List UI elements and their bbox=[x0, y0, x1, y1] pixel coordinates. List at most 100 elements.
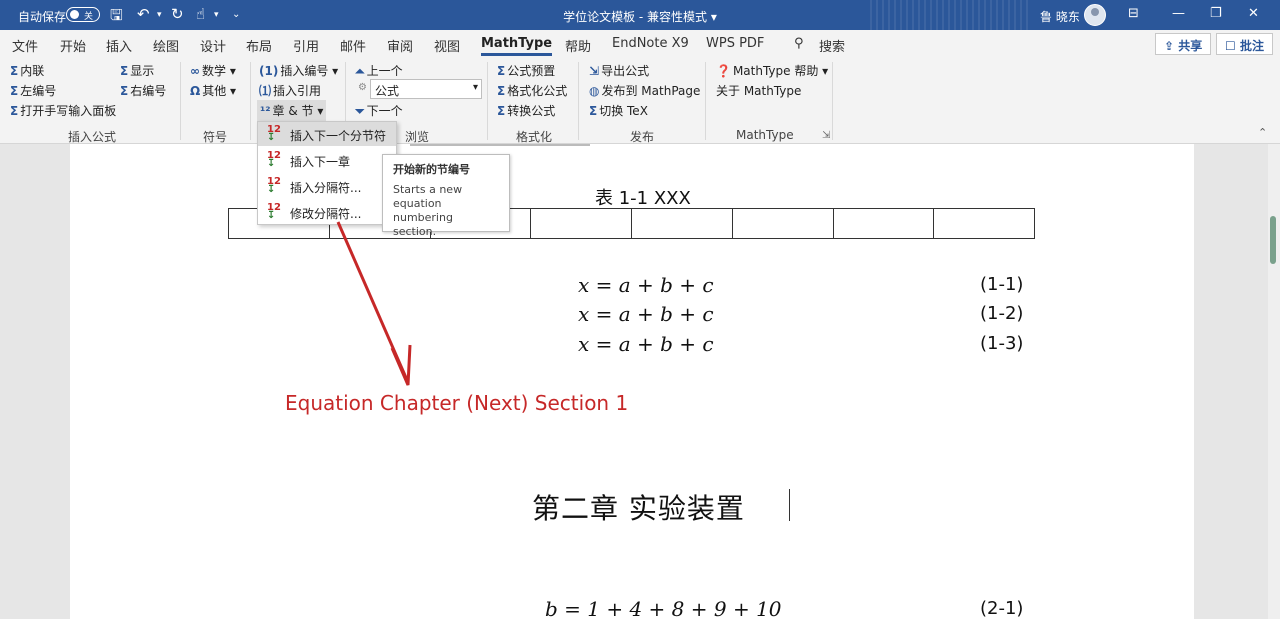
tooltip-title: 开始新的节编号 bbox=[393, 163, 470, 176]
sigma-icon: Σ bbox=[120, 84, 129, 98]
handwriting-panel-button[interactable]: Σ 打开手写输入面板 bbox=[10, 102, 116, 119]
omega-icon: Ω bbox=[190, 84, 201, 98]
export-equation-button[interactable]: ⇲ 导出公式 bbox=[589, 62, 649, 79]
display-button[interactable]: Σ 显示 bbox=[120, 62, 154, 79]
next-button[interactable]: ⏷ 下一个 bbox=[355, 102, 403, 119]
tab-references[interactable]: 引用 bbox=[293, 36, 319, 55]
chevron-down-icon: ▾ bbox=[472, 82, 478, 93]
math-label: 数学 bbox=[202, 64, 227, 78]
comment-icon: ☐ bbox=[1225, 39, 1240, 53]
insert-reference-button[interactable]: ⑴ 插入引用 bbox=[259, 82, 321, 99]
chapter-section-button[interactable]: ¹² 章 & 节 ▾ bbox=[257, 100, 327, 121]
tab-file[interactable]: 文件 bbox=[12, 36, 38, 55]
browse-type-select[interactable]: 公式 ▾ bbox=[370, 79, 482, 99]
inline-label: 内联 bbox=[20, 64, 45, 78]
avatar[interactable] bbox=[1084, 4, 1106, 26]
tab-mathtype[interactable]: MathType bbox=[481, 36, 553, 56]
equation-number: (1-2) bbox=[980, 303, 1024, 324]
equation[interactable]: b = 1 + 4 + 8 + 9 + 10 bbox=[545, 597, 782, 619]
menu-item-modify-break[interactable]: 12 ↧ 修改分隔符... bbox=[258, 200, 396, 224]
math-symbols-button[interactable]: ∞ 数学 ▾ bbox=[190, 62, 236, 79]
tab-wps-pdf[interactable]: WPS PDF bbox=[706, 36, 764, 51]
toggle-tex-label: 切换 TeX bbox=[599, 104, 648, 118]
chapter-heading[interactable]: 第二章 实验装置 bbox=[532, 487, 745, 527]
mathtype-help-button[interactable]: ❓ MathType 帮助 ▾ bbox=[716, 62, 828, 79]
convert-equation-button[interactable]: Σ 转换公式 bbox=[497, 102, 555, 119]
tab-layout[interactable]: 布局 bbox=[246, 36, 272, 55]
toggle-tex-button[interactable]: Σ 切换 TeX bbox=[589, 102, 648, 119]
group-separator bbox=[250, 62, 251, 140]
table-cell[interactable] bbox=[731, 208, 834, 239]
tab-draw[interactable]: 绘图 bbox=[153, 36, 179, 55]
scrollbar-thumb[interactable] bbox=[1270, 216, 1276, 264]
tab-home[interactable]: 开始 bbox=[60, 36, 86, 55]
vertical-scrollbar[interactable] bbox=[1268, 144, 1280, 619]
collapse-ribbon-icon[interactable]: ⌃ bbox=[1258, 126, 1267, 139]
left-number-button[interactable]: Σ 左编号 bbox=[10, 82, 56, 99]
equation-number: (1-3) bbox=[980, 333, 1024, 354]
tab-review[interactable]: 审阅 bbox=[387, 36, 413, 55]
right-number-button[interactable]: Σ 右编号 bbox=[120, 82, 166, 99]
group-separator bbox=[705, 62, 706, 140]
group-label-insert: 插入公式 bbox=[68, 130, 117, 144]
equation[interactable]: x = a + b + c bbox=[578, 273, 714, 297]
convert-equation-label: 转换公式 bbox=[507, 104, 556, 118]
group-label-symbols: 符号 bbox=[203, 130, 228, 144]
search-icon[interactable]: ⚲ bbox=[794, 36, 804, 51]
equation-number: (2-1) bbox=[980, 598, 1024, 619]
previous-button[interactable]: ⏶ 上一个 bbox=[355, 62, 403, 79]
table-cell[interactable] bbox=[631, 208, 733, 239]
table-cell[interactable] bbox=[530, 208, 632, 239]
tab-endnote[interactable]: EndNote X9 bbox=[612, 36, 689, 51]
insert-number-label: 插入编号 bbox=[280, 64, 329, 78]
restore-icon[interactable]: ❐ bbox=[1210, 6, 1222, 21]
menu-item-insert-next-chapter[interactable]: 12 ↧ 插入下一章 bbox=[258, 148, 396, 172]
group-label-publish: 发布 bbox=[630, 130, 655, 144]
annotation-label: Equation Chapter (Next) Section 1 bbox=[285, 391, 629, 415]
format-preset-button[interactable]: Σ 公式预置 bbox=[497, 62, 555, 79]
ribbon-display-icon[interactable]: ⊟ bbox=[1128, 6, 1139, 21]
section-break-icon: 12 ↧ bbox=[267, 124, 281, 143]
format-equation-button[interactable]: Σ 格式化公式 bbox=[497, 82, 567, 99]
comment-button[interactable]: ☐ 批注 bbox=[1216, 33, 1273, 55]
ribbon: Σ 内联 Σ 左编号 Σ 打开手写输入面板 Σ 显示 Σ 右编号 插入公式 ∞ 数学 ▾ Ω… bbox=[0, 58, 1280, 144]
help-icon: ❓ bbox=[716, 64, 731, 78]
chapter-section-icon: ¹² bbox=[260, 104, 271, 118]
sigma-icon: Σ bbox=[120, 64, 129, 78]
equation[interactable]: x = a + b + c bbox=[578, 302, 714, 326]
equation[interactable]: x = a + b + c bbox=[578, 332, 714, 356]
menu-item-label: 插入下一个分节符 bbox=[290, 129, 387, 143]
search-label[interactable]: 搜索 bbox=[819, 36, 845, 55]
tab-insert[interactable]: 插入 bbox=[106, 36, 132, 55]
insert-number-button[interactable]: (1) 插入编号 ▾ bbox=[259, 62, 338, 79]
chapter-section-label: 章 & 节 bbox=[272, 104, 314, 118]
table-cell[interactable] bbox=[832, 208, 935, 239]
menu-item-insert-next-section[interactable]: 12 ↧ 插入下一个分节符 bbox=[258, 122, 396, 146]
user-name[interactable]: 鲁 晓东 bbox=[1040, 8, 1080, 25]
tab-mailings[interactable]: 邮件 bbox=[340, 36, 366, 55]
share-label: 共享 bbox=[1178, 39, 1203, 53]
left-number-label: 左编号 bbox=[20, 84, 57, 98]
menu-item-insert-break[interactable]: 12 ↧ 插入分隔符... bbox=[258, 174, 396, 198]
group-separator bbox=[832, 62, 833, 140]
tab-help[interactable]: 帮助 bbox=[565, 36, 591, 55]
about-mathtype-button[interactable]: 关于 MathType bbox=[716, 82, 801, 99]
share-button[interactable]: ⇪ 共享 bbox=[1155, 33, 1212, 55]
inline-button[interactable]: Σ 内联 bbox=[10, 62, 44, 79]
publish-mathpage-button[interactable]: ◍ 发布到 MathPage bbox=[589, 82, 700, 99]
text-cursor bbox=[789, 489, 790, 521]
minimize-icon[interactable]: — bbox=[1172, 6, 1185, 21]
number-icon: (1) bbox=[259, 64, 279, 78]
other-symbols-button[interactable]: Ω 其他 ▾ bbox=[190, 82, 236, 99]
arrow-up-icon: ⏶ bbox=[355, 64, 365, 78]
menu-bar: 文件 开始 插入 绘图 设计 布局 引用 邮件 审阅 视图 MathType 帮… bbox=[0, 30, 1280, 58]
chapter-break-icon: 12 ↧ bbox=[267, 150, 281, 169]
table-cell[interactable] bbox=[933, 208, 1035, 239]
tab-design[interactable]: 设计 bbox=[200, 36, 226, 55]
arrow-down-icon: ⏷ bbox=[355, 104, 365, 118]
tab-view[interactable]: 视图 bbox=[434, 36, 460, 55]
dialog-launcher-icon[interactable]: ⇲ bbox=[822, 130, 830, 141]
table-caption: 表 1-1 XXX bbox=[595, 188, 691, 209]
tooltip-description: Starts a new equation numbering section. bbox=[393, 183, 463, 238]
close-icon[interactable]: ✕ bbox=[1248, 6, 1259, 21]
